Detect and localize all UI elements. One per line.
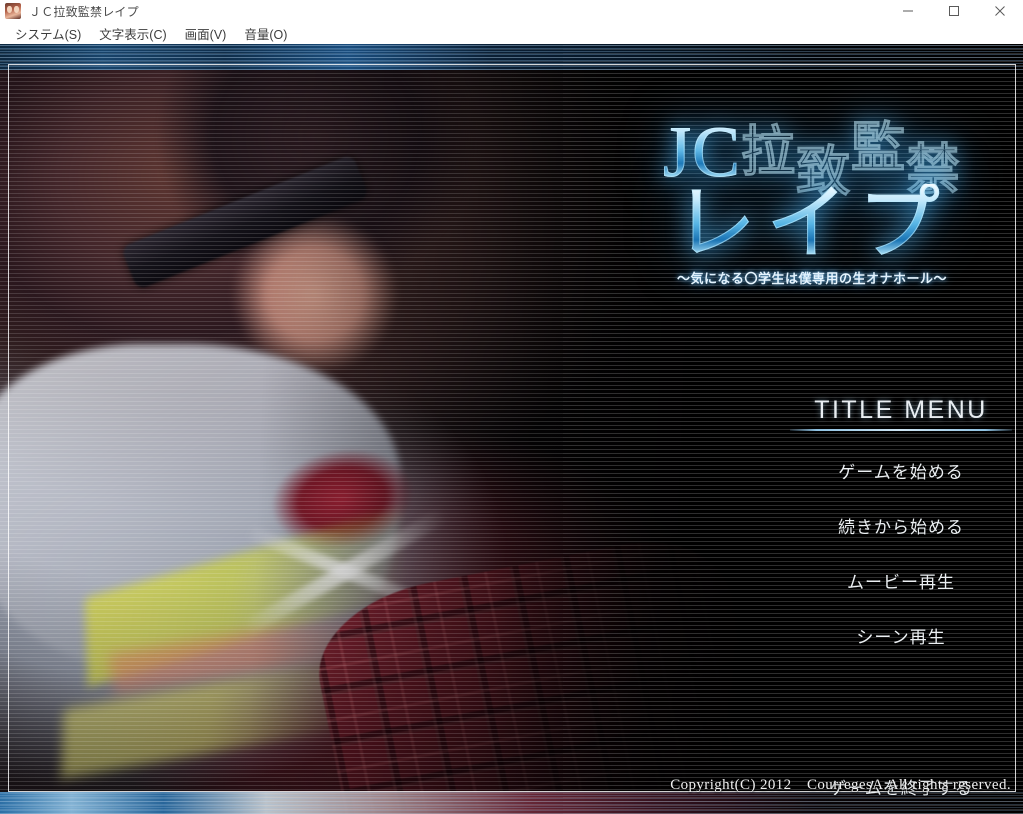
game-canvas[interactable]: JC拉致監禁 レイプ 〜気になる〇学生は僕専用の生オナホール〜 TITLE ME… bbox=[0, 44, 1023, 814]
menu-item-new-game[interactable]: ゲームを始める bbox=[790, 451, 1012, 490]
maximize-button[interactable] bbox=[931, 0, 977, 22]
minimize-button[interactable] bbox=[885, 0, 931, 22]
title-menu-list: ゲームを始める 続きから始める ムービー再生 シーン再生 bbox=[790, 451, 1012, 655]
titlebar[interactable]: ＪＣ拉致監禁レイプ bbox=[0, 0, 1023, 22]
minimize-icon bbox=[903, 10, 913, 12]
artwork-top-glow-band bbox=[0, 44, 1023, 70]
title-menu-heading: TITLE MENU bbox=[814, 396, 988, 424]
title-menu-divider bbox=[790, 429, 1012, 431]
menu-item-scene-playback[interactable]: シーン再生 bbox=[790, 616, 1012, 655]
close-icon bbox=[995, 6, 1005, 16]
menubar: システム(S) 文字表示(C) 画面(V) 音量(O) bbox=[0, 22, 1023, 44]
menu-system[interactable]: システム(S) bbox=[6, 22, 90, 45]
game-character-icon bbox=[5, 3, 21, 19]
copyright-notice: Copyright(C) 2012 CourregesA.All rights … bbox=[670, 777, 1011, 793]
window-title: ＪＣ拉致監禁レイプ bbox=[29, 4, 139, 19]
maximize-icon bbox=[949, 6, 959, 16]
menu-text-display[interactable]: 文字表示(C) bbox=[90, 22, 175, 45]
menu-volume[interactable]: 音量(O) bbox=[235, 22, 296, 45]
menu-screen[interactable]: 画面(V) bbox=[176, 22, 236, 45]
menu-item-movie-playback[interactable]: ムービー再生 bbox=[790, 561, 1012, 600]
close-button[interactable] bbox=[977, 0, 1023, 22]
menu-item-continue[interactable]: 続きから始める bbox=[790, 506, 1012, 545]
application-window: ＪＣ拉致監禁レイプ システム(S) 文字表示(C) 画面(V) 音量(O) 〜気… bbox=[0, 0, 1023, 814]
title-menu: TITLE MENU ゲームを始める 続きから始める ムービー再生 シーン再生 bbox=[790, 396, 1012, 655]
